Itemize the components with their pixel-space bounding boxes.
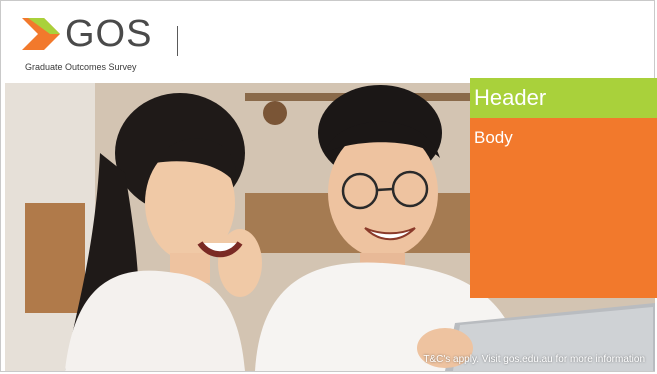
disclaimer-text: T&C's apply. Visit gos.edu.au for more i… — [423, 354, 645, 365]
gos-logo: GOS Graduate Outcomes Survey — [22, 13, 322, 76]
callout-panel: Header Body — [470, 78, 657, 298]
header-divider — [177, 26, 178, 56]
gos-chevron-icon — [22, 18, 60, 50]
logo-wordmark: GOS — [65, 13, 153, 55]
logo-tagline: Graduate Outcomes Survey — [25, 62, 137, 72]
panel-header: Header — [470, 78, 657, 118]
panel-body: Body — [470, 118, 657, 298]
